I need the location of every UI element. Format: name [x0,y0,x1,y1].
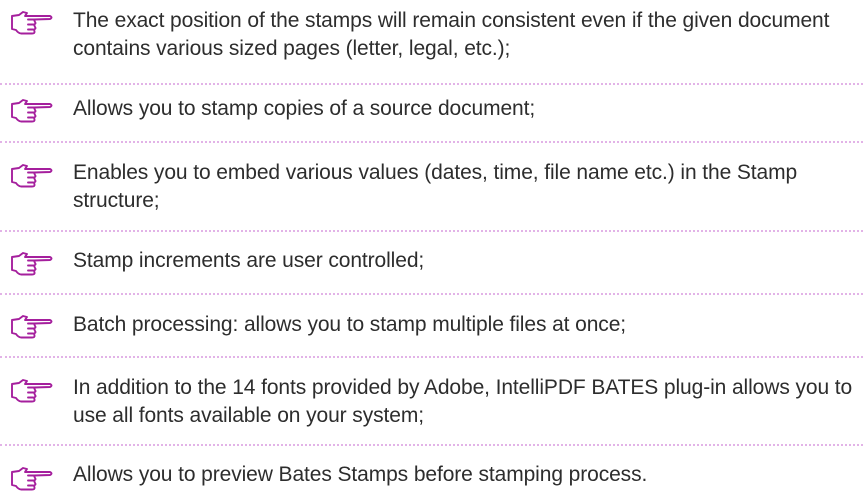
feature-text: Batch processing: allows you to stamp mu… [73,313,627,336]
separator [0,293,863,295]
feature-text: Allows you to stamp copies of a source d… [73,97,536,120]
pointing-hand-icon [10,162,54,188]
pointing-hand-icon [10,250,54,276]
pointing-hand-icon [10,465,54,491]
pointing-hand-icon [10,97,54,123]
feature-text: Allows you to preview Bates Stamps befor… [73,463,648,486]
pointing-hand-icon [10,9,54,35]
separator [0,230,863,232]
feature-text: The exact position of the stamps will re… [73,9,830,60]
feature-text: In addition to the 14 fonts provided by … [73,376,853,427]
feature-list: The exact position of the stamps will re… [0,0,863,493]
feature-text: Enables you to embed various values (dat… [73,161,798,212]
pointing-hand-icon [10,377,54,403]
separator [0,444,863,446]
separator [0,141,863,143]
pointing-hand-icon [10,313,54,339]
separator [0,83,863,85]
separator [0,356,863,358]
feature-text: Stamp increments are user controlled; [73,249,425,272]
